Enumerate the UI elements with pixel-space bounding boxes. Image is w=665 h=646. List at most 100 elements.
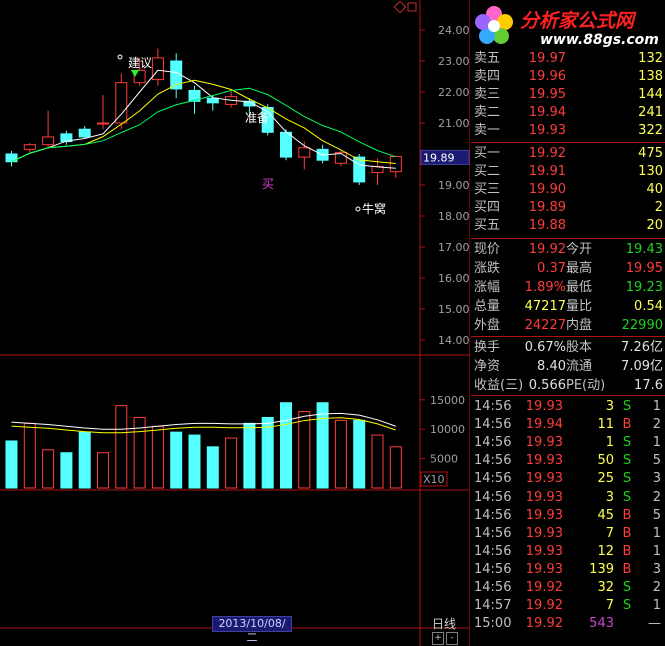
volume-bar bbox=[316, 402, 329, 489]
tick-price: 19.93 bbox=[525, 453, 563, 469]
tick-row[interactable]: 14:56 19.93 1 S 1 bbox=[471, 434, 665, 452]
ask-price: 19.94 bbox=[528, 105, 566, 120]
tick-row[interactable]: 14:56 19.93 7 B 1 bbox=[471, 525, 665, 543]
quote-value: 0.54 bbox=[634, 299, 663, 314]
annotation-niuwo: 牛窝 bbox=[362, 201, 386, 216]
bid-price: 19.89 bbox=[528, 200, 566, 215]
price-tick-label: 14.00 bbox=[438, 334, 470, 347]
tick-row[interactable]: 14:56 19.93 50 S 5 bbox=[471, 452, 665, 470]
tick-time: 14:57 bbox=[474, 598, 512, 614]
candle-body bbox=[78, 128, 91, 138]
tick-side: S bbox=[622, 399, 632, 414]
finance-value: 7.26亿 bbox=[621, 340, 663, 355]
price-tick-label: 24.00 bbox=[438, 24, 470, 37]
quote-label: 最高 bbox=[566, 261, 593, 276]
ask-price: 19.97 bbox=[528, 51, 566, 66]
ask-label: 卖一 bbox=[474, 123, 501, 138]
bid-row[interactable]: 买五 19.88 20 bbox=[471, 217, 665, 235]
tick-time: 14:56 bbox=[474, 489, 512, 505]
tick-volume: 25 bbox=[597, 471, 614, 487]
tick-price: 19.93 bbox=[525, 507, 563, 523]
volume-bar bbox=[60, 452, 73, 489]
finance-value: 0.566 bbox=[528, 378, 566, 393]
finance-label: 换手 bbox=[474, 340, 501, 355]
price-tick-label: 18.00 bbox=[438, 210, 470, 223]
finance-value: 8.40 bbox=[537, 359, 566, 374]
tick-count: 1 bbox=[652, 598, 661, 614]
tick-volume: 1 bbox=[605, 435, 614, 451]
tick-side: S bbox=[622, 435, 632, 451]
quote-label: 最低 bbox=[566, 280, 593, 295]
tick-row[interactable]: 14:56 19.93 12 B 1 bbox=[471, 543, 665, 561]
volume-tick-label: 15000 bbox=[430, 394, 465, 407]
tick-volume: 11 bbox=[597, 417, 614, 433]
ask-row[interactable]: 卖四 19.96 138 bbox=[471, 68, 665, 86]
tick-count: 5 bbox=[652, 507, 661, 523]
bid-row[interactable]: 买四 19.89 2 bbox=[471, 199, 665, 217]
tick-count: 3 bbox=[652, 471, 661, 487]
tick-row[interactable]: 14:56 19.92 32 S 2 bbox=[471, 579, 665, 597]
tick-row[interactable]: 14:56 19.93 3 S 2 bbox=[471, 489, 665, 507]
quote-value: 24227 bbox=[524, 318, 566, 333]
volume-bar bbox=[115, 405, 128, 489]
ask-row[interactable]: 卖三 19.95 144 bbox=[471, 86, 665, 104]
tick-time: 14:56 bbox=[474, 507, 512, 523]
tick-row[interactable]: 14:56 19.93 45 B 5 bbox=[471, 507, 665, 525]
volume-bar bbox=[42, 449, 55, 489]
quote-label: 涨幅 bbox=[474, 280, 501, 295]
volume-bar bbox=[188, 434, 201, 489]
ask-row[interactable]: 卖二 19.94 241 bbox=[471, 104, 665, 122]
tick-row[interactable]: 14:56 19.93 139 B 3 bbox=[471, 561, 665, 579]
tick-volume: 7 bbox=[605, 525, 614, 541]
zoom-out-button[interactable]: - bbox=[446, 632, 458, 645]
tick-side: S bbox=[622, 453, 632, 469]
tick-price: 19.93 bbox=[525, 435, 563, 451]
kline-chart-area[interactable]: 24.0023.0022.0021.0020.0019.0018.0017.00… bbox=[0, 0, 470, 646]
kline-chart-svg: 24.0023.0022.0021.0020.0019.0018.0017.00… bbox=[0, 0, 470, 646]
candle-body bbox=[5, 153, 18, 163]
quote-panel: 卖五 19.97 132 卖四 19.96 138 卖三 19.95 144 卖二 19.94 241… bbox=[471, 0, 665, 646]
finance-value: 7.09亿 bbox=[621, 359, 663, 374]
quote-label: 外盘 bbox=[474, 318, 501, 333]
tick-row[interactable]: 15:00 19.92 543 — bbox=[471, 615, 665, 633]
tick-volume: 139 bbox=[589, 561, 614, 577]
volume-unit-label: X10 bbox=[423, 473, 445, 486]
tick-row[interactable]: 14:56 19.93 25 S 3 bbox=[471, 470, 665, 488]
tick-row[interactable]: 14:57 19.92 7 S 1 bbox=[471, 597, 665, 615]
quote-value: 47217 bbox=[524, 299, 566, 314]
square-icon bbox=[407, 2, 417, 12]
bid-price: 19.90 bbox=[528, 182, 566, 197]
candle-body bbox=[97, 122, 109, 125]
ask-label: 卖二 bbox=[474, 105, 501, 120]
candle-body bbox=[42, 136, 55, 146]
annotation-marker bbox=[355, 206, 361, 212]
ask-row[interactable]: 卖一 19.93 322 bbox=[471, 122, 665, 140]
tick-row[interactable]: 14:56 19.94 11 B 2 bbox=[471, 416, 665, 434]
ask-volume: 322 bbox=[638, 123, 663, 138]
quote-label: 总量 bbox=[474, 299, 501, 314]
candle-body bbox=[280, 131, 292, 158]
bid-volume: 2 bbox=[654, 200, 663, 215]
annotation-marker bbox=[117, 54, 123, 60]
quote-row: 总量 47217 量比 0.54 bbox=[471, 298, 665, 316]
period-label[interactable]: 日线 bbox=[432, 615, 456, 632]
volume-bar bbox=[206, 446, 219, 489]
tick-row[interactable]: 14:56 19.93 3 S 1 bbox=[471, 398, 665, 416]
tick-count: 2 bbox=[652, 417, 661, 433]
price-tick-label: 19.00 bbox=[438, 179, 470, 192]
tick-count: 3 bbox=[652, 561, 661, 577]
bid-row[interactable]: 买一 19.92 475 bbox=[471, 145, 665, 163]
tick-price: 19.93 bbox=[525, 543, 563, 559]
bid-row[interactable]: 买二 19.91 130 bbox=[471, 163, 665, 181]
bid-price: 19.88 bbox=[528, 218, 566, 233]
ask-row[interactable]: 卖五 19.97 132 bbox=[471, 50, 665, 68]
quote-row: 涨跌 0.37 最高 19.95 bbox=[471, 260, 665, 278]
tick-count: 1 bbox=[652, 543, 661, 559]
bid-row[interactable]: 买三 19.90 40 bbox=[471, 181, 665, 199]
ask-price: 19.95 bbox=[528, 87, 566, 102]
tick-time: 14:56 bbox=[474, 453, 512, 469]
tick-volume: 12 bbox=[597, 543, 614, 559]
zoom-in-button[interactable]: + bbox=[432, 632, 444, 645]
tick-time: 14:56 bbox=[474, 435, 512, 451]
quote-label: 量比 bbox=[566, 299, 593, 314]
